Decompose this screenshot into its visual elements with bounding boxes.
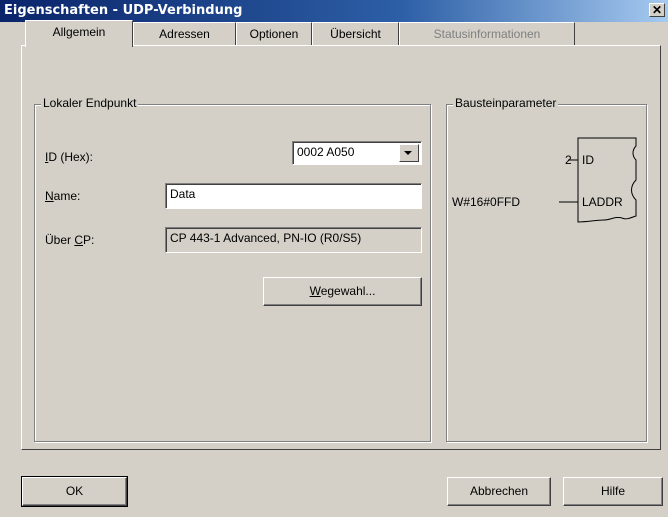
ok-button[interactable]: OK: [22, 477, 127, 506]
tab-uebersicht[interactable]: Übersicht: [312, 22, 399, 46]
ok-label: OK: [65, 484, 84, 498]
tab-allgemein[interactable]: Allgemein: [25, 20, 133, 47]
cp-value: CP 443-1 Advanced, PN-IO (R0/S5): [170, 231, 362, 245]
laddr-pin-label: LADDR: [582, 195, 623, 209]
chevron-down-icon[interactable]: [399, 144, 419, 162]
laddr-param-value: W#16#0FFD: [452, 195, 521, 209]
id-param-value: 2: [565, 153, 572, 167]
cp-field: CP 443-1 Advanced, PN-IO (R0/S5): [165, 227, 422, 253]
tab-optionen[interactable]: Optionen: [236, 22, 312, 46]
id-label: ID (Hex):: [45, 150, 94, 164]
tab-label: Statusinformationen: [433, 27, 541, 41]
function-block-diagram: [559, 137, 637, 223]
name-value: Data: [170, 187, 196, 201]
cp-label: Über CP:: [45, 233, 95, 247]
tab-label: Übersicht: [330, 27, 381, 41]
block-params-legend: Bausteinparameter: [453, 96, 559, 110]
name-field[interactable]: Data: [165, 183, 422, 209]
tab-adressen[interactable]: Adressen: [133, 22, 236, 46]
tab-statusinformationen: Statusinformationen: [399, 22, 575, 46]
cancel-button[interactable]: Abbrechen: [447, 477, 551, 506]
local-endpoint-legend: Lokaler Endpunkt: [41, 96, 139, 110]
window-title: Eigenschaften - UDP-Verbindung: [4, 3, 243, 18]
id-pin-label: ID: [582, 153, 594, 167]
cancel-label: Abbrechen: [469, 484, 529, 498]
block-outline: [577, 137, 637, 223]
id-value: 0002 A050: [297, 145, 355, 159]
help-button[interactable]: Hilfe: [563, 477, 663, 506]
tab-label: Adressen: [159, 27, 210, 41]
name-label: Name:: [45, 189, 81, 203]
help-label: Hilfe: [600, 484, 625, 498]
tab-label: Allgemein: [52, 25, 106, 39]
wegewahl-button[interactable]: Wegewahl...: [263, 277, 422, 306]
tab-label: Optionen: [249, 27, 299, 41]
close-button[interactable]: ✕: [649, 3, 665, 17]
close-icon: ✕: [651, 3, 663, 17]
